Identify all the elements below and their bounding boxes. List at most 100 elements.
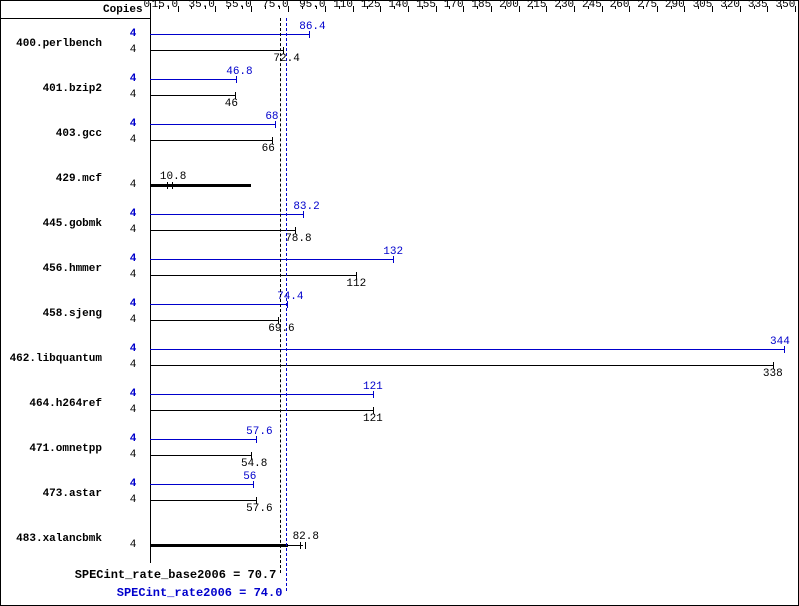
benchmark-label: 445.gobmk xyxy=(2,218,102,230)
peak-value-label: 56 xyxy=(243,471,256,483)
base-value-label: 112 xyxy=(346,278,366,290)
spec-chart: 015.035.055.075.095.01101251401551701852… xyxy=(0,0,799,606)
benchmark-label: 464.h264ref xyxy=(2,398,102,410)
x-minor-tick xyxy=(339,6,340,9)
peak-bar xyxy=(150,79,236,80)
x-tick-label: 95.0 xyxy=(299,0,329,11)
copies-peak: 4 xyxy=(125,298,141,310)
x-minor-tick xyxy=(242,6,243,9)
x-minor-tick xyxy=(643,6,644,9)
copies-peak: 4 xyxy=(125,73,141,85)
x-minor-tick xyxy=(588,6,589,9)
base-bar xyxy=(150,230,295,231)
benchmark-label: 400.perlbench xyxy=(2,38,102,50)
base-dbl-tick xyxy=(167,182,168,189)
benchmark-label: 471.omnetpp xyxy=(2,443,102,455)
copies-base: 4 xyxy=(125,224,141,236)
peak-bar xyxy=(150,349,784,350)
benchmark-label: 403.gcc xyxy=(2,128,102,140)
x-minor-tick xyxy=(205,6,206,9)
copies-base: 4 xyxy=(125,494,141,506)
copies-base: 4 xyxy=(125,134,141,146)
base-dbl-tick xyxy=(172,182,173,189)
peak-value-label: 83.2 xyxy=(293,201,319,213)
copies-peak: 4 xyxy=(125,253,141,265)
base-value-label: 46 xyxy=(225,98,238,110)
copies-base: 4 xyxy=(125,539,141,551)
x-minor-tick xyxy=(615,6,616,9)
x-tick-label: 110 xyxy=(333,0,363,11)
copies-peak: 4 xyxy=(125,433,141,445)
copies-base: 4 xyxy=(125,269,141,281)
peak-bar xyxy=(150,394,373,395)
copies-peak: 4 xyxy=(125,343,141,355)
x-tick-label: 230 xyxy=(554,0,584,11)
x-minor-tick xyxy=(477,6,478,9)
peak-bar xyxy=(150,34,309,35)
x-minor-tick xyxy=(265,6,266,9)
peak-value-label: 121 xyxy=(363,381,383,393)
base-value-label: 57.6 xyxy=(246,503,272,515)
base-bar xyxy=(150,50,283,51)
x-tick-label: 260 xyxy=(610,0,640,11)
base-value-label: 10.8 xyxy=(160,171,186,183)
x-tick-label: 140 xyxy=(389,0,419,11)
header-separator xyxy=(0,18,150,19)
peak-score-vline xyxy=(286,18,287,591)
x-minor-tick xyxy=(781,6,782,9)
x-minor-tick xyxy=(754,6,755,9)
base-dbl-tick xyxy=(305,542,306,549)
x-minor-tick xyxy=(449,6,450,9)
copies-base: 4 xyxy=(125,89,141,101)
peak-value-label: 132 xyxy=(383,246,403,258)
base-value-label: 69.6 xyxy=(268,323,294,335)
peak-value-label: 46.8 xyxy=(226,66,252,78)
copies-base: 4 xyxy=(125,449,141,461)
peak-value-label: 86.4 xyxy=(299,21,325,33)
x-minor-tick xyxy=(726,6,727,9)
x-minor-tick xyxy=(532,6,533,9)
x-minor-tick xyxy=(302,6,303,9)
x-minor-tick xyxy=(279,6,280,9)
x-minor-tick xyxy=(422,6,423,9)
peak-bar xyxy=(150,304,287,305)
benchmark-label: 473.astar xyxy=(2,488,102,500)
x-tick-label: 350 xyxy=(776,0,799,11)
x-tick-label: 75.0 xyxy=(262,0,292,11)
copies-header: Copies xyxy=(103,4,143,16)
base-value-label: 338 xyxy=(763,368,783,380)
peak-value-label: 57.6 xyxy=(246,426,272,438)
x-tick-label: 305 xyxy=(693,0,723,11)
x-tick-label: 290 xyxy=(665,0,695,11)
copies-base: 4 xyxy=(125,314,141,326)
base-bar xyxy=(150,275,356,276)
base-value-label: 82.8 xyxy=(293,531,319,543)
base-bar-thick xyxy=(150,544,288,547)
base-bar xyxy=(150,455,251,456)
peak-bar xyxy=(150,484,253,485)
base-value-label: 66 xyxy=(262,143,275,155)
x-tick-label: 245 xyxy=(582,0,612,11)
x-minor-tick xyxy=(394,6,395,9)
x-tick-label: 55.0 xyxy=(225,0,255,11)
x-minor-tick xyxy=(671,6,672,9)
base-bar-thick xyxy=(150,184,251,187)
base-score-label: SPECint_rate_base2006 = 70.7 xyxy=(75,568,277,582)
copies-peak: 4 xyxy=(125,208,141,220)
benchmark-label: 483.xalancbmk xyxy=(2,533,102,545)
plot-left-edge xyxy=(150,3,151,563)
benchmark-label: 401.bzip2 xyxy=(2,83,102,95)
base-dbl-tick xyxy=(300,542,301,549)
x-minor-tick xyxy=(367,6,368,9)
copies-base: 4 xyxy=(125,359,141,371)
x-tick-label: 200 xyxy=(499,0,529,11)
x-tick-label: 125 xyxy=(361,0,391,11)
base-score-vline xyxy=(280,18,281,573)
base-bar xyxy=(150,410,373,411)
base-bar xyxy=(150,500,256,501)
x-tick-label: 35.0 xyxy=(189,0,219,11)
copies-base: 4 xyxy=(125,404,141,416)
peak-bar xyxy=(150,439,256,440)
frame-left xyxy=(0,0,1,606)
x-minor-tick xyxy=(560,6,561,9)
